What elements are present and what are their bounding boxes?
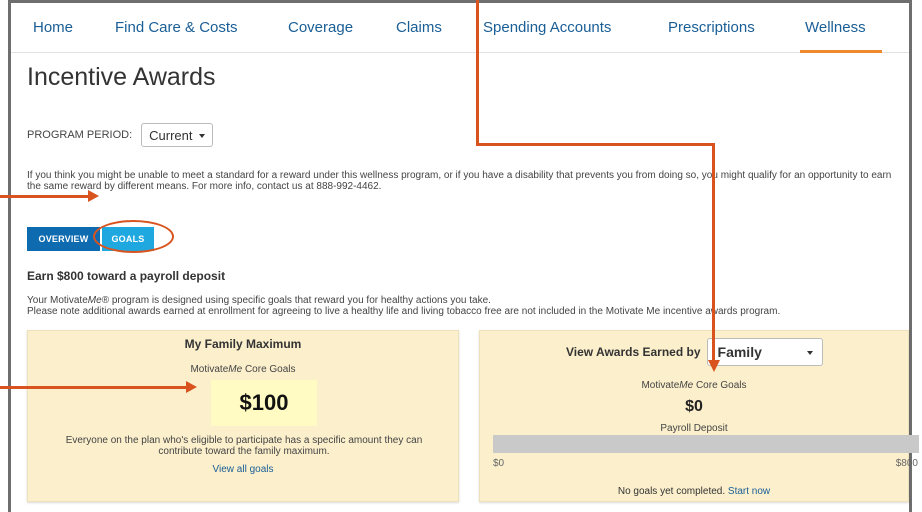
program-period-select[interactable]: Current	[141, 123, 214, 147]
annotation-arrow-amount	[0, 386, 190, 389]
caret-down-icon	[199, 134, 206, 138]
view-all-goals-link[interactable]: View all goals	[28, 464, 458, 475]
caret-down-icon	[806, 351, 813, 355]
family-maximum-title: My Family Maximum	[184, 337, 302, 351]
core-goals-label: MotivateMe Core Goals	[190, 364, 296, 375]
main-nav: Home Find Care & Costs Coverage Claims S…	[11, 3, 909, 53]
arrowhead-icon	[186, 381, 197, 393]
awards-earned-card: View Awards Earned by Family MotivateMe …	[479, 330, 919, 502]
awards-progress-bar	[493, 435, 919, 453]
intro-line-2: Please note additional awards earned at …	[27, 306, 781, 317]
nav-active-indicator	[800, 50, 882, 53]
earn-heading: Earn $800 toward a payroll deposit	[27, 269, 226, 283]
nav-wellness[interactable]: Wellness	[805, 19, 866, 36]
start-now-link[interactable]: Start now	[728, 486, 770, 497]
view-awards-select[interactable]: Family	[706, 338, 823, 366]
intro-line-1: Your MotivateMe® program is designed usi…	[27, 295, 491, 306]
payroll-deposit-label: Payroll Deposit	[660, 423, 728, 434]
view-awards-label: View Awards Earned by	[566, 345, 701, 359]
nav-home[interactable]: Home	[33, 19, 73, 36]
program-period-value: Current	[149, 128, 193, 143]
view-awards-row: View Awards Earned by Family	[566, 338, 823, 366]
core-goals-label: MotivateMe Core Goals	[641, 380, 747, 391]
progress-min-label: $0	[493, 458, 505, 469]
view-awards-value: Family	[717, 344, 762, 360]
awards-earned-amount: $0	[685, 398, 703, 415]
family-maximum-description: Everyone on the plan who's eligible to p…	[65, 435, 423, 457]
nav-coverage[interactable]: Coverage	[288, 19, 353, 36]
nav-spending-accounts[interactable]: Spending Accounts	[483, 19, 611, 36]
goals-status-text: No goals yet completed.	[617, 486, 726, 497]
annotation-arrow-notice	[0, 195, 90, 198]
goals-status: No goals yet completed. Start now	[480, 486, 908, 497]
program-period: PROGRAM PERIOD: Current	[27, 123, 214, 147]
page-title: Incentive Awards	[27, 63, 216, 91]
nav-claims[interactable]: Claims	[396, 19, 442, 36]
program-period-label: PROGRAM PERIOD:	[27, 129, 133, 141]
annotation-line-horizontal	[476, 143, 715, 146]
family-maximum-card: My Family Maximum MotivateMe Core Goals …	[27, 330, 459, 502]
accommodation-notice: If you think you might be unable to meet…	[27, 170, 892, 192]
app-frame: Home Find Care & Costs Coverage Claims S…	[8, 0, 919, 512]
program-intro: Your MotivateMe® program is designed usi…	[27, 295, 907, 317]
family-maximum-amount: $100	[211, 380, 317, 426]
nav-find-care-costs[interactable]: Find Care & Costs	[115, 19, 238, 36]
tab-overview[interactable]: OVERVIEW	[27, 227, 100, 251]
annotation-ring-goals	[93, 220, 174, 253]
annotation-line-vertical-1	[476, 0, 479, 145]
arrowhead-icon	[88, 190, 99, 202]
annotation-line-vertical-2	[712, 143, 715, 361]
progress-max-label: $800	[895, 458, 918, 469]
arrowhead-icon	[708, 360, 720, 372]
nav-prescriptions[interactable]: Prescriptions	[668, 19, 755, 36]
